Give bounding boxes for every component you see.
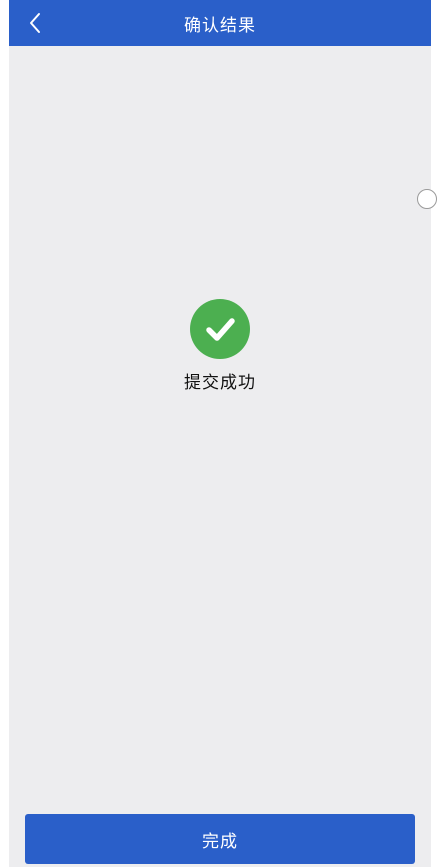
floating-handle[interactable] — [417, 189, 437, 209]
result-panel: 提交成功 — [9, 299, 431, 393]
app-screen: 确认结果 提交成功 完成 — [9, 0, 431, 867]
back-button[interactable] — [17, 5, 53, 41]
check-circle-icon — [190, 299, 250, 359]
status-text: 提交成功 — [184, 373, 256, 393]
page-title: 确认结果 — [184, 15, 256, 36]
done-button[interactable]: 完成 — [25, 814, 415, 864]
top-nav-bar: 确认结果 — [9, 0, 431, 46]
checkmark-icon — [206, 318, 235, 341]
chevron-left-icon — [30, 13, 40, 33]
